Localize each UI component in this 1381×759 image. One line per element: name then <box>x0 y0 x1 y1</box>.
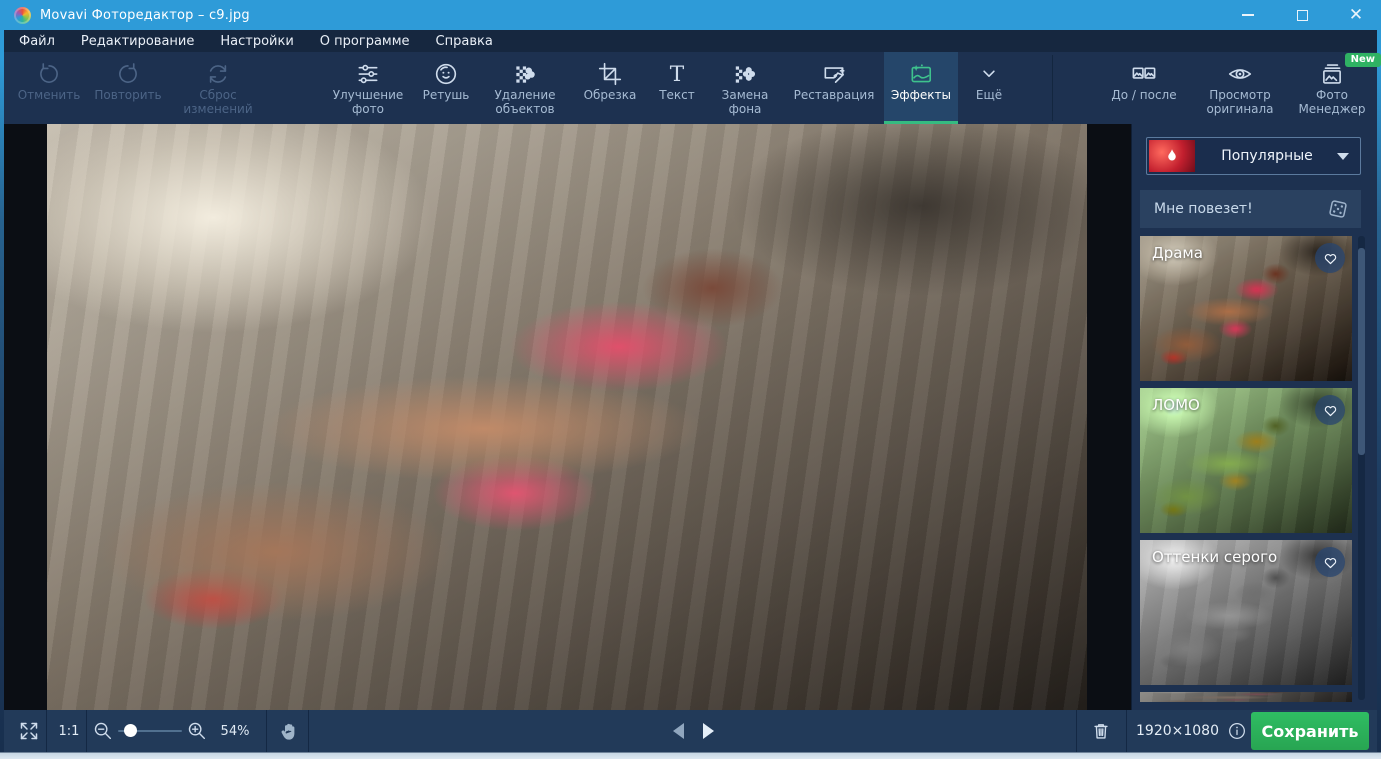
fit-to-screen-button[interactable] <box>14 710 44 752</box>
effects-icon <box>908 61 934 87</box>
effect-name: ЛОМО <box>1152 396 1200 414</box>
movavi-logo-icon <box>14 6 31 24</box>
chevron-down-icon <box>976 61 1002 87</box>
zoom-slider[interactable] <box>118 724 182 737</box>
reset-changes-button[interactable]: Сброс изменений <box>170 52 266 124</box>
save-button[interactable]: Сохранить <box>1251 712 1369 750</box>
heart-icon <box>1324 253 1336 264</box>
category-thumbnail <box>1149 140 1195 172</box>
next-photo-button[interactable] <box>698 710 718 752</box>
zoom-in-icon <box>188 722 206 740</box>
tool-retouch[interactable]: Ретушь <box>414 52 478 124</box>
flame-icon <box>1168 149 1176 161</box>
next-icon <box>702 723 714 739</box>
photo-manager-icon <box>1319 61 1345 87</box>
statusbar: 1:1 54% 1920×1080 Сохранить <box>4 710 1377 752</box>
maximize-button[interactable] <box>1289 4 1315 26</box>
photo-canvas <box>4 124 1131 710</box>
favorite-button[interactable] <box>1315 243 1345 273</box>
effect-grayscale[interactable]: Оттенки серого <box>1140 540 1352 685</box>
reset-icon <box>205 61 231 87</box>
image-dimensions: 1920×1080 <box>1136 723 1219 739</box>
close-button[interactable]: ✕ <box>1343 4 1369 26</box>
maximize-icon <box>1296 9 1308 21</box>
previous-icon <box>672 723 684 739</box>
zoom-slider-thumb[interactable] <box>124 724 137 737</box>
object-removal-icon <box>512 61 538 87</box>
eye-icon <box>1227 61 1253 87</box>
menu-about[interactable]: О программе <box>307 30 423 52</box>
redo-button[interactable]: Повторить <box>86 52 170 124</box>
photo-manager-button[interactable]: New Фото Менеджер <box>1289 52 1381 124</box>
trash-icon <box>1094 724 1108 739</box>
effect-name: Драма <box>1152 244 1203 262</box>
view-original-button[interactable]: Просмотр оригинала <box>1191 52 1289 124</box>
toolbar-separator <box>1052 55 1053 121</box>
dice-icon <box>1325 196 1351 222</box>
effects-panel: Популярные Мне повезет! Драма ЛОМО Оттен… <box>1131 124 1377 710</box>
category-label: Популярные <box>1221 148 1313 164</box>
heart-icon <box>1324 557 1336 568</box>
retouch-face-icon <box>433 61 459 87</box>
effects-category-dropdown[interactable]: Популярные <box>1146 137 1361 175</box>
new-badge: New <box>1344 53 1381 67</box>
window-title: Movavi Фоторедактор – c9.jpg <box>40 7 250 23</box>
feeling-lucky-button[interactable]: Мне повезет! <box>1140 190 1361 228</box>
tool-background-replace[interactable]: Замена фона <box>706 52 784 124</box>
minimize-icon <box>1242 14 1254 16</box>
tool-object-removal[interactable]: Удаление объектов <box>478 52 572 124</box>
undo-button[interactable]: Отменить <box>12 52 86 124</box>
effects-scrollbar-track[interactable] <box>1358 236 1365 700</box>
effect-partial[interactable] <box>1140 692 1352 702</box>
effects-scrollbar-thumb[interactable] <box>1358 248 1365 455</box>
heart-icon <box>1324 405 1336 416</box>
svg-text:T: T <box>670 62 685 87</box>
zoom-percent: 54% <box>220 723 250 739</box>
tool-enhance-photo[interactable]: Улучшение фото <box>322 52 414 124</box>
favorite-button[interactable] <box>1315 547 1345 577</box>
effect-lomo[interactable]: ЛОМО <box>1140 388 1352 533</box>
effect-drama[interactable]: Драма <box>1140 236 1352 381</box>
undo-icon <box>36 61 62 87</box>
text-icon: T <box>664 61 690 87</box>
dropdown-caret-icon <box>1337 152 1349 160</box>
tool-effects[interactable]: Эффекты <box>884 52 958 124</box>
previous-photo-button[interactable] <box>668 710 688 752</box>
adjust-sliders-icon <box>355 61 381 87</box>
titlebar: Movavi Фоторедактор – c9.jpg ✕ <box>0 0 1381 30</box>
app-window: Movavi Фоторедактор – c9.jpg ✕ Файл Реда… <box>0 0 1381 759</box>
hand-tool-button[interactable] <box>272 710 306 752</box>
zoom-out-icon <box>94 722 112 740</box>
favorite-button[interactable] <box>1315 395 1345 425</box>
zoom-in-button[interactable] <box>184 710 210 752</box>
before-after-button[interactable]: До / после <box>1097 52 1191 124</box>
menu-edit[interactable]: Редактирование <box>68 30 207 52</box>
crop-icon <box>597 61 623 87</box>
tool-more[interactable]: Ещё <box>958 52 1020 124</box>
menu-help[interactable]: Справка <box>423 30 506 52</box>
background-replace-icon <box>732 61 758 87</box>
menubar: Файл Редактирование Настройки О программ… <box>4 30 1377 52</box>
delete-photo-button[interactable] <box>1084 710 1118 752</box>
toolbar: Отменить Повторить Сброс изменений Улучш… <box>4 52 1381 124</box>
edited-photo[interactable] <box>47 124 1087 710</box>
fit-screen-icon <box>20 722 38 740</box>
zoom-out-button[interactable] <box>90 710 116 752</box>
tool-text[interactable]: T Текст <box>648 52 706 124</box>
menu-file[interactable]: Файл <box>6 30 68 52</box>
before-after-icon <box>1131 61 1157 87</box>
redo-icon <box>115 61 141 87</box>
menu-settings[interactable]: Настройки <box>207 30 306 52</box>
actual-size-button[interactable]: 1:1 <box>52 710 86 752</box>
effect-name: Оттенки серого <box>1152 548 1278 566</box>
restoration-icon <box>821 61 847 87</box>
minimize-button[interactable] <box>1235 4 1261 26</box>
tool-restoration[interactable]: Реставрация <box>784 52 884 124</box>
info-icon[interactable] <box>1227 721 1247 741</box>
tool-crop[interactable]: Обрезка <box>572 52 648 124</box>
photo-content <box>47 124 1087 710</box>
hand-tool-icon <box>281 723 294 740</box>
